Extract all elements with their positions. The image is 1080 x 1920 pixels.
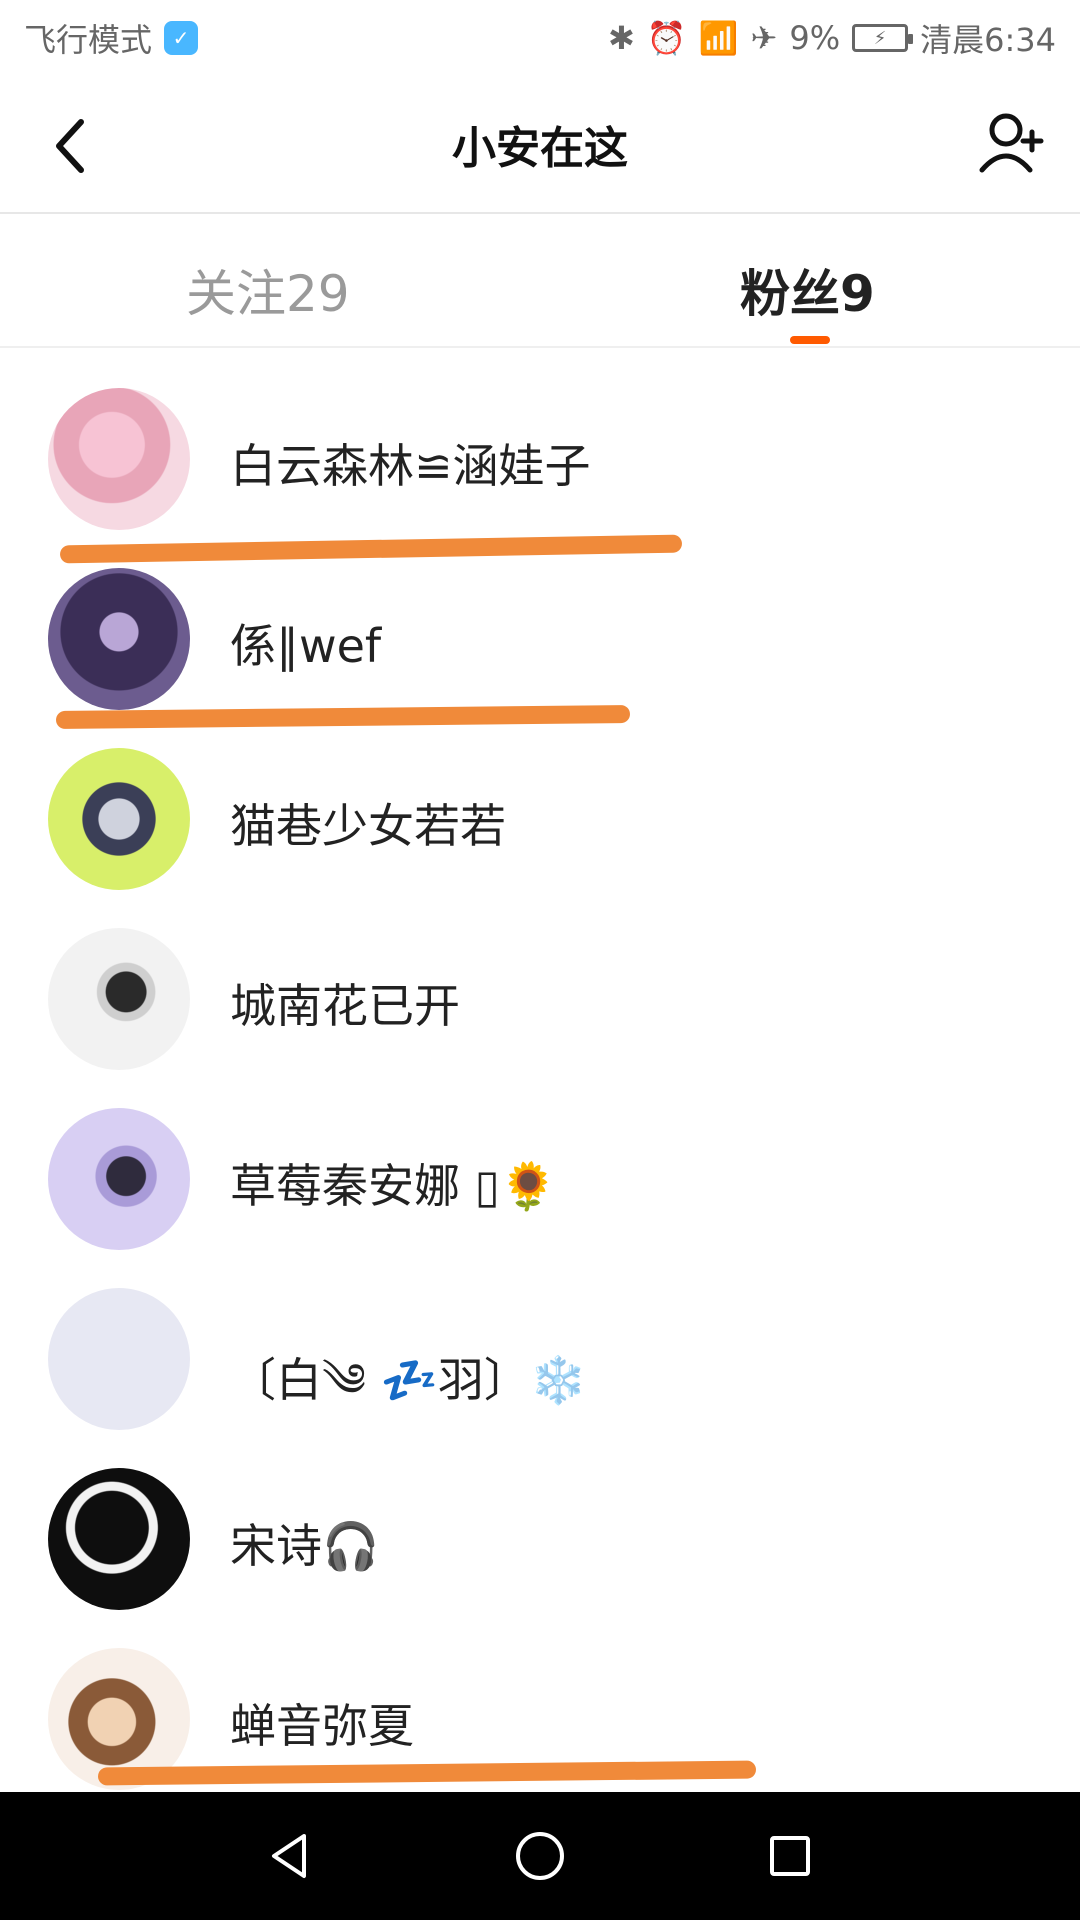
- list-item[interactable]: 白云森林≌涵娃子: [0, 350, 1080, 530]
- avatar[interactable]: [48, 1468, 190, 1610]
- user-name: 宋诗🎧: [230, 1519, 380, 1573]
- status-time: 清晨6:34: [920, 21, 1056, 59]
- status-left: 飞行模式 ✓: [24, 15, 199, 61]
- add-user-icon: [979, 113, 1044, 173]
- list-item[interactable]: 城南花已开: [0, 890, 1080, 1070]
- avatar[interactable]: [48, 748, 190, 890]
- avatar[interactable]: [48, 928, 190, 1070]
- tab-following[interactable]: 关注29: [186, 254, 350, 326]
- list-item[interactable]: 〔白༄ 💤羽〕❄️: [0, 1250, 1080, 1430]
- system-nav-bar: [0, 1792, 1080, 1920]
- nav-back-button[interactable]: [250, 1816, 330, 1896]
- nav-recents-button[interactable]: [750, 1816, 830, 1896]
- user-name: 白云森林≌涵娃子: [230, 439, 591, 493]
- wifi-icon: 📶: [698, 19, 739, 57]
- airplane-icon: ✈: [750, 19, 778, 57]
- avatar[interactable]: [48, 1288, 190, 1430]
- list-item[interactable]: 草莓秦安娜 ▯🌻: [0, 1070, 1080, 1250]
- avatar[interactable]: [48, 568, 190, 710]
- list-item[interactable]: 宋诗🎧: [0, 1430, 1080, 1610]
- tab-fans[interactable]: 粉丝9: [740, 254, 875, 326]
- back-arrow-icon: [56, 119, 84, 173]
- status-right: ✱ ⏰ 📶 ✈ 9% ⚡ 清晨6:34: [608, 15, 1056, 61]
- nav-home-button[interactable]: [500, 1816, 580, 1896]
- add-friend-button[interactable]: [976, 108, 1046, 178]
- status-bar: 飞行模式 ✓ ✱ ⏰ 📶 ✈ 9% ⚡ 清晨6:34: [0, 0, 1080, 76]
- airplane-mode-text: 飞行模式: [24, 21, 153, 59]
- page-title: 小安在这: [452, 123, 628, 174]
- user-name: 係∥wef: [230, 619, 382, 673]
- avatar[interactable]: [48, 388, 190, 530]
- back-button[interactable]: [45, 116, 95, 176]
- tabs: 关注29 粉丝9: [0, 216, 1080, 348]
- user-name: 草莓秦安娜 ▯🌻: [230, 1159, 558, 1213]
- alarm-icon: ⏰: [646, 19, 687, 57]
- user-name: 蝉音弥夏: [230, 1699, 414, 1753]
- bluetooth-icon: ✱: [608, 19, 635, 57]
- tab-indicator: [790, 336, 830, 344]
- user-name: 猫巷少女若若: [230, 799, 506, 853]
- battery-icon: ⚡: [852, 24, 914, 52]
- battery-percent: 9%: [789, 19, 841, 57]
- triangle-back-icon: [272, 1834, 306, 1878]
- avatar[interactable]: [48, 1108, 190, 1250]
- shield-icon: ✓: [164, 21, 199, 55]
- list-item[interactable]: 猫巷少女若若: [0, 710, 1080, 890]
- circle-home-icon: [516, 1832, 564, 1880]
- user-name: 城南花已开: [230, 979, 460, 1033]
- square-recents-icon: [770, 1836, 810, 1876]
- app-bar: 小安在这: [0, 76, 1080, 214]
